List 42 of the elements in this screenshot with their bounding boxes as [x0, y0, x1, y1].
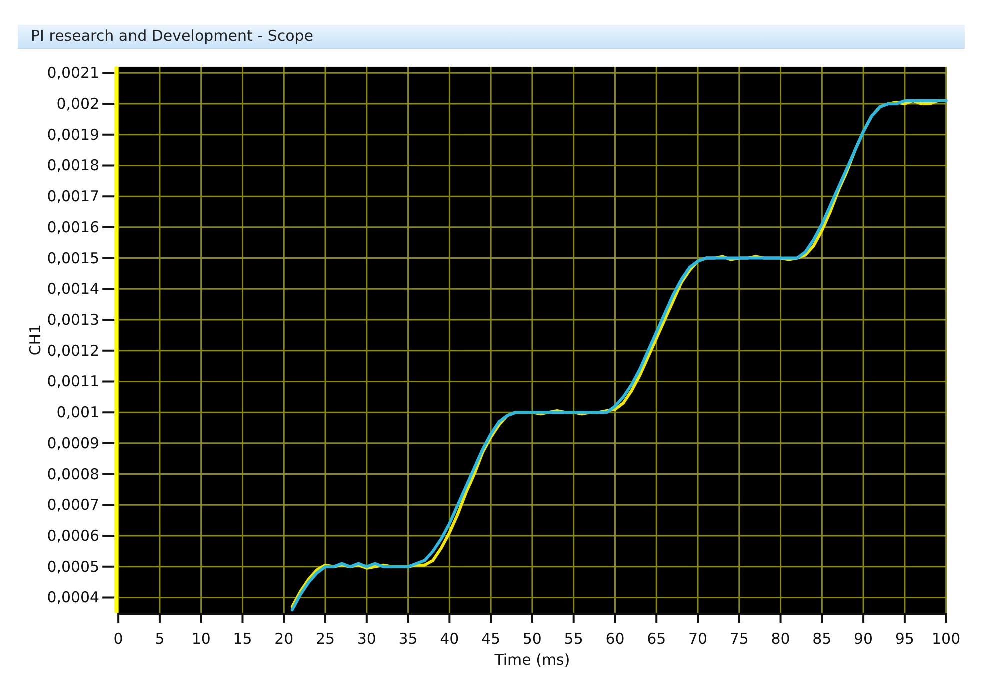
tick-label: 0,002	[56, 94, 100, 113]
tick-label: 90	[854, 630, 874, 648]
tick-label: 60	[606, 630, 625, 648]
tick-label: 0	[114, 630, 124, 648]
tick-label: 0,0013	[47, 310, 100, 329]
tick-label: 0,0014	[47, 280, 100, 298]
tick-label: 45	[482, 630, 501, 648]
tick-label: 35	[398, 630, 418, 648]
tick-label: 0,0011	[47, 372, 100, 391]
tick-label: 0,0018	[47, 156, 100, 175]
tick-label: 0,0016	[47, 218, 100, 236]
tick-label: 75	[730, 630, 749, 648]
tick-label: 15	[233, 630, 252, 648]
window-title: PI research and Development - Scope	[31, 27, 314, 46]
axis-title: CH1	[26, 324, 45, 356]
tick-label: 0,0015	[47, 249, 100, 268]
tick-label: 85	[812, 630, 832, 648]
axis-title: Time (ms)	[494, 651, 570, 670]
tick-label: 0,0021	[47, 64, 100, 82]
tick-label: 0,0012	[47, 342, 100, 360]
tick-label: 20	[274, 630, 294, 648]
tick-label: 100	[932, 630, 961, 648]
tick-label: 10	[192, 630, 211, 648]
tick-label: 0,0019	[47, 126, 100, 144]
tick-label: 25	[316, 630, 336, 648]
tick-label: 30	[357, 630, 376, 648]
tick-label: 0,0006	[47, 526, 100, 545]
tick-label: 80	[771, 630, 790, 648]
tick-label: 40	[440, 630, 460, 648]
tick-label: 55	[564, 630, 584, 648]
tick-label: 0,001	[56, 404, 100, 422]
tick-label: 0,0007	[47, 496, 100, 514]
tick-label: 0,0005	[47, 558, 100, 576]
tick-label: 5	[155, 630, 165, 648]
tick-label: 0,0008	[47, 465, 100, 484]
tick-label: 0,0004	[47, 588, 100, 607]
tick-label: 50	[522, 630, 542, 648]
tick-label: 0,0017	[47, 188, 100, 206]
tick-label: 0,0009	[47, 434, 100, 452]
tick-label: 65	[647, 630, 666, 648]
tick-label: 95	[895, 630, 914, 648]
tick-label: 70	[688, 630, 708, 648]
